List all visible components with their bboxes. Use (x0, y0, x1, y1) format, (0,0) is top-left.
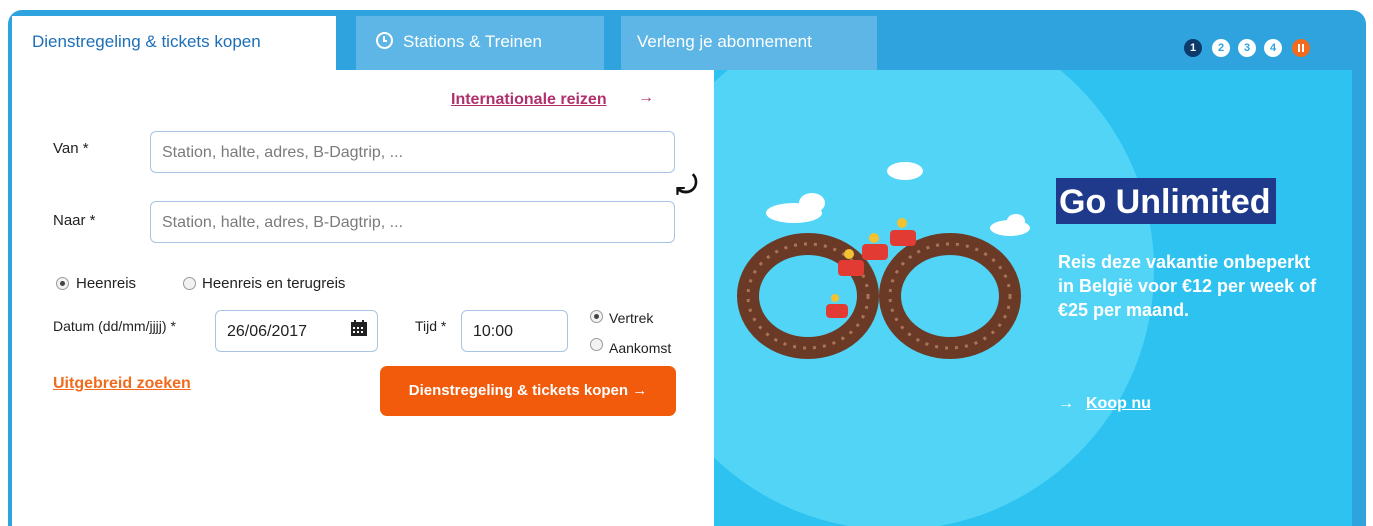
tab-stations-treinen[interactable]: Stations & Treinen (356, 16, 604, 72)
submit-label: Dienstregeling & tickets kopen (408, 382, 629, 399)
slider-dot-3[interactable]: 3 (1238, 39, 1256, 57)
to-input[interactable]: Station, halte, adres, B-Dagtrip, ... (150, 201, 675, 243)
koop-nu-label: Koop nu (1086, 395, 1151, 412)
arrow-right-icon: → (638, 89, 654, 106)
date-label: Datum (dd/mm/jjjj) * (53, 318, 176, 334)
tab-dienstregeling[interactable]: Dienstregeling & tickets kopen (12, 16, 336, 72)
time-label: Tijd * (415, 318, 447, 334)
arrow-right-icon: → (1058, 395, 1074, 412)
radio-heenreis-terugreis[interactable] (183, 277, 196, 290)
slider-dot-1[interactable]: 1 (1184, 39, 1202, 57)
clock-icon (376, 32, 393, 49)
from-label: Van * (53, 140, 89, 157)
tab-verleng-abonnement[interactable]: Verleng je abonnement (621, 16, 877, 72)
vertrek-label: Vertrek (609, 310, 654, 326)
promo-text: Reis deze vakantie onbeperkt in België v… (1058, 252, 1317, 320)
aankomst-label: Aankomst (609, 340, 672, 356)
slider-dot-2[interactable]: 2 (1212, 39, 1230, 57)
arrow-right-icon: → (632, 382, 648, 399)
heenreis-label: Heenreis (76, 275, 137, 292)
radio-heenreis[interactable] (56, 277, 69, 290)
promo-title: Go Unlimited (1056, 178, 1276, 224)
time-input[interactable]: 10:00 (461, 310, 568, 352)
radio-aankomst[interactable] (590, 338, 603, 351)
pause-icon[interactable] (1292, 39, 1310, 57)
to-label: Naar * (53, 212, 96, 229)
tab-label: Dienstregeling & tickets kopen (32, 32, 261, 51)
tab-label: Stations & Treinen (403, 32, 542, 51)
heenreis-terugreis-label: Heenreis en terugreis (202, 275, 346, 292)
advanced-search-link[interactable]: Uitgebreid zoeken (53, 375, 191, 393)
search-submit-button[interactable]: Dienstregeling & tickets kopen → (380, 366, 676, 416)
swap-direction-icon[interactable]: ⤾ (676, 170, 698, 202)
calendar-icon[interactable] (350, 319, 368, 337)
slider-dot-4[interactable]: 4 (1264, 39, 1282, 57)
koop-nu-link[interactable]: → Koop nu (1058, 395, 1151, 413)
radio-vertrek[interactable] (590, 310, 603, 323)
tab-label: Verleng je abonnement (637, 32, 812, 51)
from-input[interactable]: Station, halte, adres, B-Dagtrip, ... (150, 131, 675, 173)
international-travel-link[interactable]: Internationale reizen (451, 91, 607, 109)
